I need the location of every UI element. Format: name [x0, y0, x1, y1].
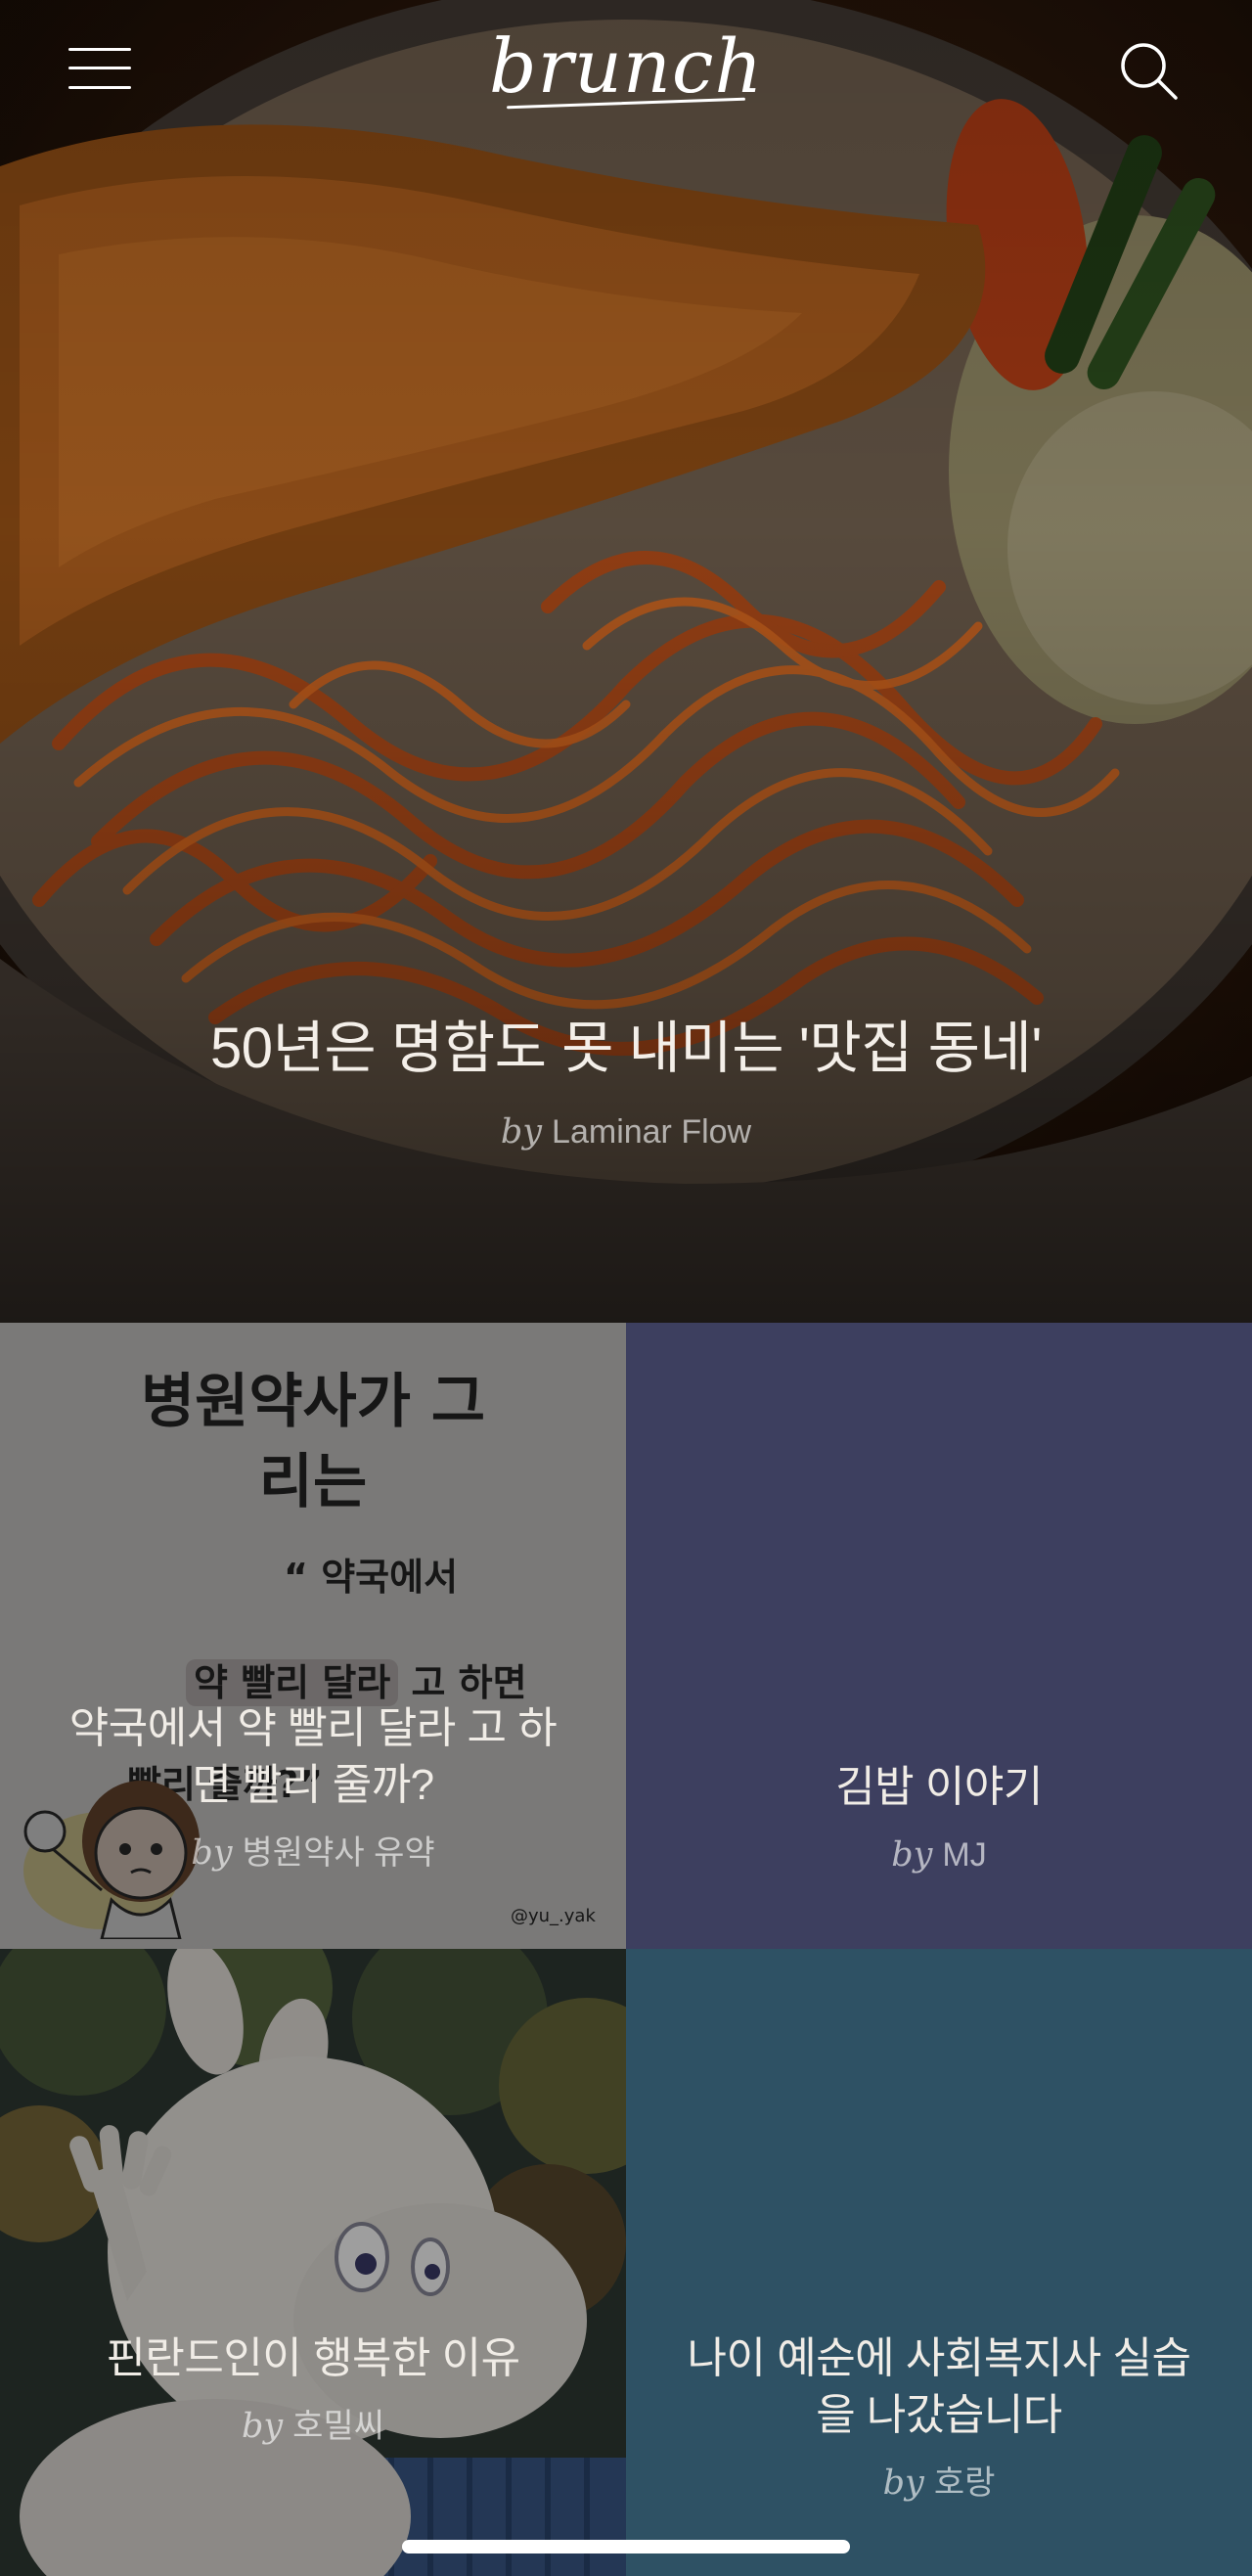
hero-author[interactable]: Laminar Flow — [552, 1113, 751, 1151]
top-navigation-bar: brunch — [0, 0, 1252, 147]
tile-author[interactable]: 호랑 — [934, 2464, 996, 2502]
tile-byline: by 호밀씨 — [59, 2407, 567, 2446]
tile-title[interactable]: 핀란드인이 행복한 이유 — [59, 2330, 567, 2387]
search-icon[interactable] — [1115, 37, 1184, 106]
tile-byline: by MJ — [685, 1835, 1193, 1875]
article-tile-pharmacist[interactable]: 병원약사가 그리는 “ 약국에서 약 빨리 달라 고 하면 빨리 줄까?” @y… — [0, 1323, 626, 1949]
tile-caption[interactable]: 김밥 이야기 by MJ — [685, 1759, 1193, 1875]
tile-author[interactable]: 호밀씨 — [292, 2408, 384, 2445]
brunch-home-page: 50년은 명함도 못 내미는 '맛집 동네' by Laminar Flow br… — [0, 0, 1252, 2576]
hamburger-menu-icon[interactable] — [65, 43, 135, 96]
tile-title[interactable]: 약국에서 약 빨리 달라 고 하면 빨리 줄까? — [59, 1700, 567, 1814]
home-indicator-bar[interactable] — [402, 2540, 850, 2553]
tile-author[interactable]: 병원약사 유약 — [243, 1834, 435, 1872]
tile-byline: by 호랑 — [685, 2463, 1193, 2503]
tile-title[interactable]: 김밥 이야기 — [685, 1759, 1193, 1816]
article-tile-social-work[interactable]: 나이 예순에 사회복지사 실습을 나갔습니다 by 호랑 — [626, 1949, 1252, 2576]
tile-caption[interactable]: 핀란드인이 행복한 이유 by 호밀씨 — [59, 2330, 567, 2446]
hero-byline: by Laminar Flow — [156, 1112, 1096, 1152]
hero-caption[interactable]: 50년은 명함도 못 내미는 '맛집 동네' by Laminar Flow — [156, 1013, 1096, 1152]
hero-article-card[interactable]: 50년은 명함도 못 내미는 '맛집 동네' by Laminar Flow — [0, 0, 1252, 1323]
hero-title[interactable]: 50년은 명함도 못 내미는 '맛집 동네' — [156, 1013, 1096, 1085]
tile-title[interactable]: 나이 예순에 사회복지사 실습을 나갔습니다 — [685, 2330, 1193, 2444]
by-label: by — [882, 2463, 924, 2503]
by-label: by — [241, 2407, 284, 2446]
by-label: by — [191, 1833, 233, 1873]
tile-byline: by 병원약사 유약 — [59, 1833, 567, 1873]
by-label: by — [500, 1112, 543, 1152]
article-tile-finland[interactable]: 핀란드인이 행복한 이유 by 호밀씨 — [0, 1949, 626, 2576]
tile-author[interactable]: MJ — [942, 1836, 986, 1874]
tile-caption[interactable]: 약국에서 약 빨리 달라 고 하면 빨리 줄까? by 병원약사 유약 — [59, 1700, 567, 1873]
article-tile-gimbap[interactable]: 김밥 이야기 by MJ — [626, 1323, 1252, 1949]
tile-overlay — [0, 1949, 626, 2576]
by-label: by — [891, 1835, 933, 1875]
tile-caption[interactable]: 나이 예순에 사회복지사 실습을 나갔습니다 by 호랑 — [685, 2330, 1193, 2503]
